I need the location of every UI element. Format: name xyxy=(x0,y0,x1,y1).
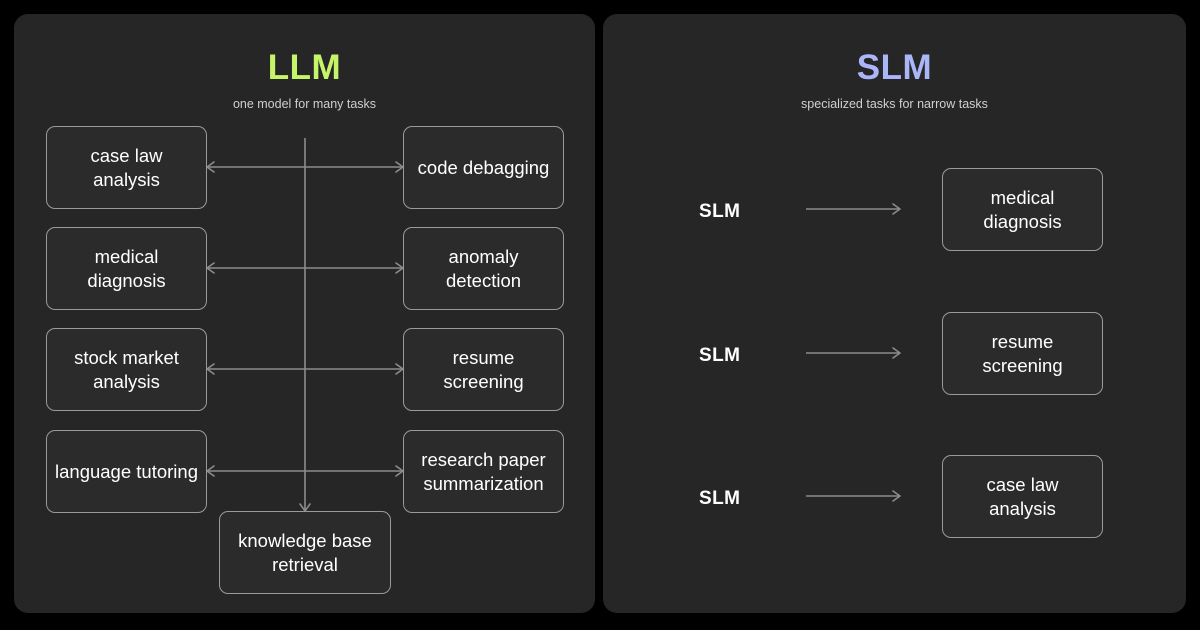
slm-arrow-head-3 xyxy=(892,490,901,502)
llm-panel: LLM one model for many tasks case law an… xyxy=(14,14,595,613)
arrow-head-right-2 xyxy=(395,262,404,274)
slm-task-resume-screening[interactable]: resume screening xyxy=(942,312,1103,395)
task-label: case law analysis xyxy=(90,144,163,190)
diagram-canvas: LLM one model for many tasks case law an… xyxy=(0,0,1200,630)
llm-task-code-debagging[interactable]: code debagging xyxy=(403,126,564,209)
slm-subtitle: specialized tasks for narrow tasks xyxy=(801,97,988,111)
llm-task-resume-screening[interactable]: resume screening xyxy=(403,328,564,411)
arrow-head-left-2 xyxy=(206,262,215,274)
slm-task-case-law-analysis[interactable]: case law analysis xyxy=(942,455,1103,538)
task-label: anomaly detection xyxy=(445,245,522,291)
slm-arrow-head-1 xyxy=(892,203,901,215)
arrow-head-down xyxy=(299,503,311,512)
task-label: medical diagnosis xyxy=(983,186,1062,232)
task-label: resume screening xyxy=(443,346,524,392)
task-label: research paper summarization xyxy=(421,448,546,494)
task-label: resume screening xyxy=(982,330,1063,376)
llm-task-knowledge-base-retrieval[interactable]: knowledge base retrieval xyxy=(219,511,391,594)
llm-title: LLM xyxy=(267,48,342,87)
llm-subtitle: one model for many tasks xyxy=(232,97,377,111)
slm-panel: SLM specialized tasks for narrow tasks S… xyxy=(603,14,1186,613)
task-label: medical diagnosis xyxy=(87,245,166,291)
task-label: knowledge base retrieval xyxy=(238,529,372,575)
arrow-head-left-3 xyxy=(206,363,215,375)
arrow-head-left-4 xyxy=(206,465,215,477)
llm-task-research-paper-summarization[interactable]: research paper summarization xyxy=(403,430,564,513)
task-label: code debagging xyxy=(417,156,550,178)
llm-task-stock-market-analysis[interactable]: stock market analysis xyxy=(46,328,207,411)
task-label: stock market analysis xyxy=(74,346,179,392)
arrow-head-left-1 xyxy=(206,161,215,173)
slm-task-medical-diagnosis[interactable]: medical diagnosis xyxy=(942,168,1103,251)
llm-task-case-law-analysis[interactable]: case law analysis xyxy=(46,126,207,209)
arrow-head-right-4 xyxy=(395,465,404,477)
slm-arrow-head-2 xyxy=(892,347,901,359)
llm-task-language-tutoring[interactable]: language tutoring xyxy=(46,430,207,513)
slm-model-label-2: SLM xyxy=(699,345,741,366)
slm-title: SLM xyxy=(856,48,933,87)
llm-task-anomaly-detection[interactable]: anomaly detection xyxy=(403,227,564,310)
slm-model-label-1: SLM xyxy=(699,201,741,222)
arrow-head-right-3 xyxy=(395,363,404,375)
slm-model-label-3: SLM xyxy=(699,488,741,509)
task-label: language tutoring xyxy=(55,460,198,482)
task-label: case law analysis xyxy=(986,473,1059,519)
arrow-head-right-1 xyxy=(395,161,404,173)
llm-task-medical-diagnosis[interactable]: medical diagnosis xyxy=(46,227,207,310)
